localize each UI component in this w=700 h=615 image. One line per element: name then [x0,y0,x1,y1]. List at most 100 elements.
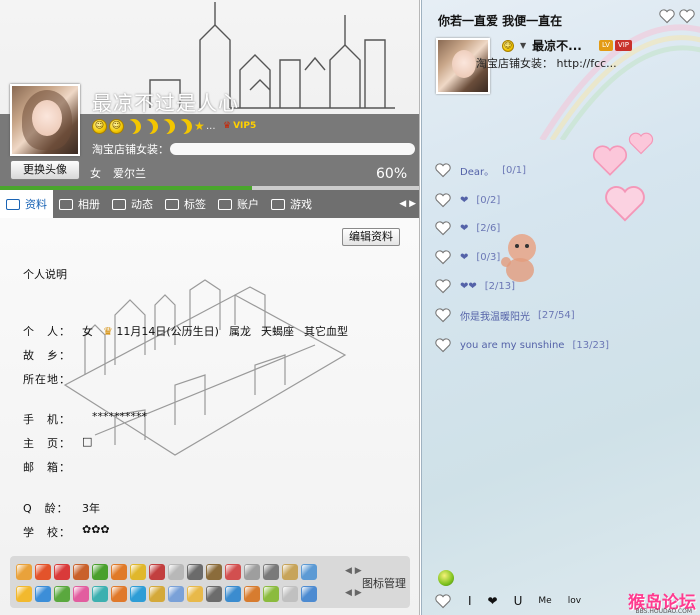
showcase-icon[interactable] [35,564,51,580]
tab-label: 动态 [131,198,153,211]
moon-icon[interactable] [160,119,175,134]
qage-label: Q 龄： [23,502,69,515]
showcase-icon[interactable] [168,564,184,580]
showcase-icon[interactable] [92,586,108,602]
icon-row-2-arrows[interactable]: ◀ ▶ [345,588,362,598]
feed-item[interactable]: ❤ [0/3] [434,249,500,265]
moon-icon[interactable] [177,119,192,134]
moon-icon[interactable] [143,119,158,134]
feed-count: [0/1] [502,164,526,176]
crown-icon: ♛ [103,325,113,338]
change-avatar-button[interactable]: 更换头像 [10,160,80,180]
feed-item[interactable]: you are my sunshine [13/23] [434,337,609,353]
showcase-icon[interactable] [187,564,203,580]
heart-outline-icon[interactable] [434,192,452,208]
tab-profile[interactable]: 资料 [0,190,53,218]
showcase-icon[interactable] [92,564,108,580]
showcase-icon[interactable] [282,564,298,580]
personal-label: 个 人： [23,325,71,338]
email-label: 邮 箱： [23,461,71,474]
moon-icon[interactable] [126,119,141,134]
heart-outline-icon[interactable] [434,162,452,178]
showcase-icon[interactable] [263,586,279,602]
showcase-icon[interactable] [111,586,127,602]
heart-outline-icon[interactable] [434,220,452,236]
showcase-icon[interactable] [301,564,317,580]
showcase-icon[interactable] [35,586,51,602]
edit-profile-button[interactable]: 编辑资料 [342,228,400,246]
showcase-icon[interactable] [244,564,260,580]
school-value: ✿✿✿ [82,523,110,536]
smiley-icon[interactable]: ☺ [92,119,107,134]
icon-manage-link[interactable]: 图标管理 [362,575,406,591]
tab-account[interactable]: 账户 [212,190,265,218]
showcase-icon[interactable] [206,564,222,580]
pink-heart-icon [592,145,628,176]
feed-item[interactable]: 你是我温暖阳光 [27/54] [434,307,575,323]
gender-name-row: 女 爱尔兰 [90,165,146,181]
homepage-value[interactable]: □ [82,435,92,448]
showcase-icon[interactable] [149,564,165,580]
feed-text: ❤❤ [460,280,477,292]
showcase-icon[interactable] [206,586,222,602]
showcase-icon[interactable] [16,564,32,580]
showcase-icon[interactable] [130,564,146,580]
heart-outline-icon[interactable] [434,337,452,353]
tab-tags[interactable]: 标签 [159,190,212,218]
gamepad-icon [271,198,285,210]
showcase-icon[interactable] [187,586,203,602]
feed-item[interactable]: ❤ [2/6] [434,220,500,236]
chevron-down-icon[interactable]: ▼ [520,41,526,50]
heart-outline-icon[interactable] [434,249,452,265]
completion-percent: 60% [376,166,408,182]
tab-scroll-arrows[interactable]: ◀ ▶ [399,199,419,209]
showcase-icon[interactable] [168,586,184,602]
showcase-icon[interactable] [149,586,165,602]
vip-badge[interactable]: ♛ VIP5 [223,121,256,131]
tab-games[interactable]: 游戏 [265,190,318,218]
showcase-icon[interactable] [54,586,70,602]
globe-icon[interactable] [438,570,454,586]
heart-outline-icon[interactable] [678,8,696,24]
personal-values: 女 ♛ 11月14日(公历生日) 属龙 天蝎座 其它血型 [82,323,348,339]
blood-value: 其它血型 [303,325,348,338]
feed-item[interactable]: ❤❤ [2/13] [434,278,515,294]
mini-nickname: 最凉不... [532,39,582,53]
homepage-label: 主 页： [23,437,71,450]
showcase-icon[interactable] [54,564,70,580]
avatar-face [32,100,62,136]
showcase-icon[interactable] [16,586,32,602]
showcase-icon[interactable] [282,586,298,602]
redacted-shop-link [170,143,415,155]
showcase-icon[interactable] [73,586,89,602]
feed-count: [13/23] [572,339,610,351]
shop-info: 淘宝店铺女装： [92,143,169,156]
feed-count: [27/54] [538,309,575,321]
showcase-icon[interactable] [301,586,317,602]
hometown-label: 故 乡： [23,349,71,362]
feed-item[interactable]: ❤ [0/2] [434,192,500,208]
heart-outline-icon[interactable] [434,278,452,294]
showcase-icon[interactable] [73,564,89,580]
tab-feed[interactable]: 动态 [106,190,159,218]
star-icon[interactable]: ★ [194,119,205,135]
showcase-icon[interactable] [263,564,279,580]
showcase-icon[interactable] [111,564,127,580]
icon-row-1-arrows[interactable]: ◀ ▶ [345,566,362,576]
showcase-icon[interactable] [225,564,241,580]
photo-album-icon [59,198,73,210]
heart-outline-icon[interactable] [434,307,452,323]
showcase-icon[interactable] [225,586,241,602]
smiley-icon[interactable]: ☺ [109,119,124,134]
heart-outline-icon[interactable] [434,593,452,609]
heart-outline-icon[interactable] [658,8,676,24]
profile-avatar[interactable] [10,84,80,156]
bottom-text-i: I [468,594,472,608]
tab-album[interactable]: 相册 [53,190,106,218]
showcase-icon[interactable] [130,586,146,602]
mini-profile-panel: 你若一直爱 我便一直在 ☺ ▼ 最凉不... LV VIP 淘宝店铺女装： ht… [421,0,700,615]
showcase-icon[interactable] [244,586,260,602]
phone-value: ********** [92,410,147,423]
feed-item[interactable]: Dear。 [0/1] [434,162,526,178]
phone-label: 手 机： [23,413,71,426]
